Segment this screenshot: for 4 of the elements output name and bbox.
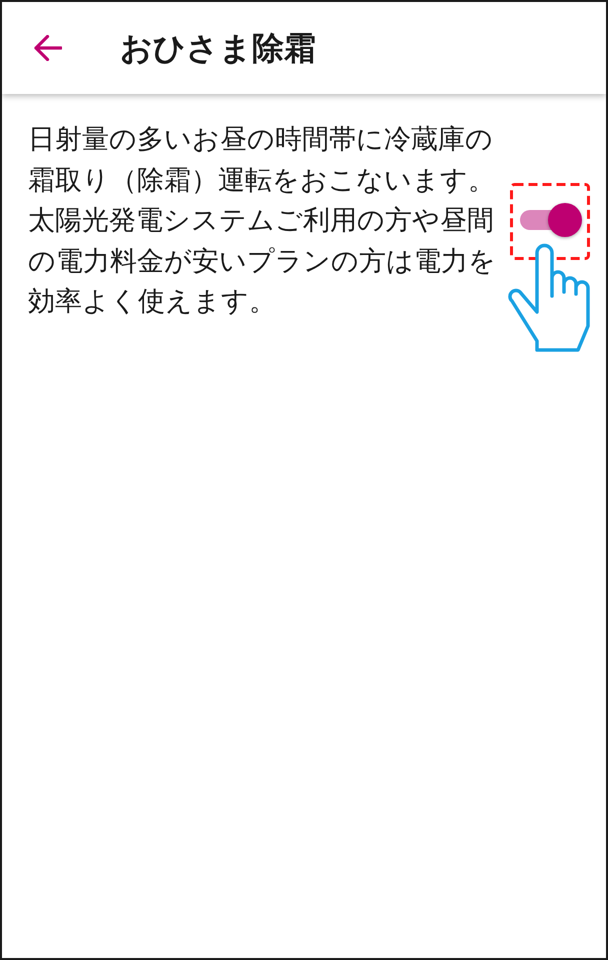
back-arrow-icon xyxy=(34,35,62,61)
screen-title: おひさま除霜 xyxy=(120,28,316,68)
toggle-switch[interactable] xyxy=(520,202,582,238)
setting-description: 日射量の多いお昼の時間帯に冷蔵庫の霜取り（除霜）運転をおこないます。太陽光発電システムご利用の方や昼間の電力料金が安いプランの方は電力を効率よく使えます。 xyxy=(28,123,497,318)
